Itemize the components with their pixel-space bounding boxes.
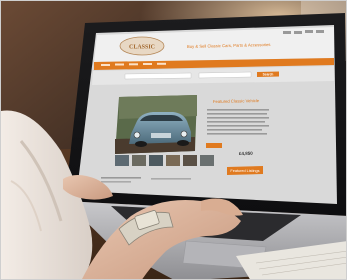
laptop-display: CLASSIC Buy & Sell Classic Cars, Parts &… bbox=[77, 25, 337, 204]
search-button[interactable]: Search bbox=[257, 71, 279, 78]
car-headlight-right bbox=[180, 130, 188, 138]
svg-text:Search: Search bbox=[263, 73, 274, 77]
photo-scene: CLASSIC Buy & Sell Classic Cars, Parts &… bbox=[0, 0, 347, 280]
site-logo: CLASSIC bbox=[119, 36, 165, 56]
thumbnail bbox=[183, 155, 197, 166]
price-label: £4,850 bbox=[239, 151, 253, 156]
featured-title: Featured Classic Vehicle bbox=[213, 98, 260, 104]
logo-text: CLASSIC bbox=[129, 45, 155, 51]
svg-text:Featured Listings: Featured Listings bbox=[230, 169, 259, 173]
thumbnail bbox=[200, 155, 214, 166]
thumbnail bbox=[166, 155, 180, 166]
category-select[interactable] bbox=[198, 71, 252, 79]
search-input[interactable] bbox=[124, 72, 192, 80]
featured-car-image[interactable] bbox=[115, 95, 197, 154]
thumbnail bbox=[115, 155, 129, 166]
thumbnail bbox=[132, 155, 146, 166]
featured-listings-button[interactable]: Featured Listings bbox=[227, 166, 263, 175]
car-headlight-left bbox=[133, 131, 141, 139]
view-details-button[interactable] bbox=[206, 143, 222, 148]
thumbnail bbox=[149, 155, 163, 166]
